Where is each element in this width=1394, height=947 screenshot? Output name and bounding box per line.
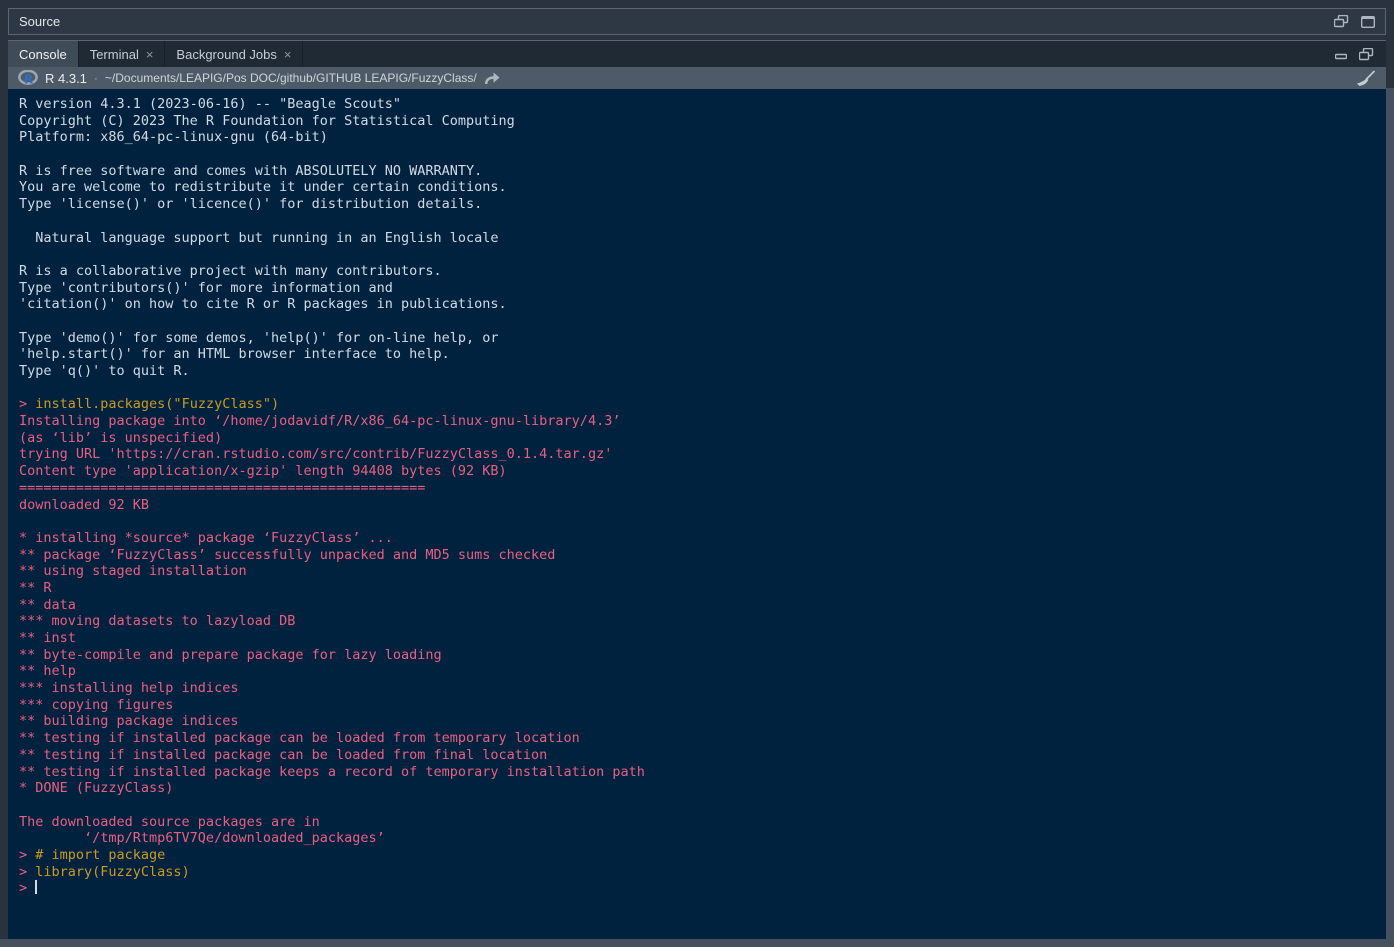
console-line: (as ‘lib’ is unspecified) <box>19 430 1386 447</box>
console-line: *** copying figures <box>19 697 1386 714</box>
console-line <box>19 313 1386 330</box>
console-line: * installing *source* package ‘FuzzyClas… <box>19 530 1386 547</box>
maximize-pane-icon[interactable] <box>1361 16 1375 28</box>
text-cursor <box>35 880 37 894</box>
restore-pane-icon[interactable] <box>1334 15 1349 28</box>
tab-terminal-label: Terminal <box>90 47 139 62</box>
working-directory-path: ~/Documents/LEAPIG/Pos DOC/github/GITHUB… <box>105 71 477 85</box>
source-pane-header: Source <box>8 8 1386 35</box>
pane-splitter-right[interactable] <box>1386 88 1394 939</box>
close-icon[interactable]: × <box>284 48 292 61</box>
console-line: downloaded 92 KB <box>19 497 1386 514</box>
console-line <box>19 146 1386 163</box>
console-line: Content type 'application/x-gzip' length… <box>19 463 1386 480</box>
console-line: Platform: x86_64-pc-linux-gnu (64-bit) <box>19 129 1386 146</box>
console-line: 'citation()' on how to cite R or R packa… <box>19 296 1386 313</box>
tab-background-jobs[interactable]: Background Jobs × <box>165 41 303 67</box>
console-line: ** byte-compile and prepare package for … <box>19 647 1386 664</box>
console-line: You are welcome to redistribute it under… <box>19 179 1386 196</box>
console-line: ** data <box>19 597 1386 614</box>
console-line: ** R <box>19 580 1386 597</box>
console-line: ** using staged installation <box>19 563 1386 580</box>
console-line: *** installing help indices <box>19 680 1386 697</box>
close-icon[interactable]: × <box>146 48 154 61</box>
source-pane-title: Source <box>19 14 60 29</box>
console-line: ** package ‘FuzzyClass’ successfully unp… <box>19 547 1386 564</box>
console-line <box>19 246 1386 263</box>
console-line: > library(FuzzyClass) <box>19 864 1386 881</box>
tab-terminal[interactable]: Terminal × <box>79 41 166 67</box>
minimize-pane-icon[interactable] <box>1335 48 1347 60</box>
console-line: > install.packages("FuzzyClass") <box>19 396 1386 413</box>
console-line: > <box>19 880 1386 897</box>
tab-console[interactable]: Console <box>8 41 79 67</box>
console-line <box>19 213 1386 230</box>
console-toolbar: R R 4.3.1 · ~/Documents/LEAPIG/Pos DOC/g… <box>8 67 1386 89</box>
console-line: * DONE (FuzzyClass) <box>19 780 1386 797</box>
restore-pane-icon[interactable] <box>1359 48 1374 61</box>
console-line <box>19 380 1386 397</box>
console-line: ** inst <box>19 630 1386 647</box>
console-line: The downloaded source packages are in <box>19 814 1386 831</box>
console-line <box>19 797 1386 814</box>
console-line: trying URL 'https://cran.rstudio.com/src… <box>19 446 1386 463</box>
console-line: ‘/tmp/Rtmp6TV7Qe/downloaded_packages’ <box>19 830 1386 847</box>
console-line: ** testing if installed package can be l… <box>19 747 1386 764</box>
console-tab-bar: Console Terminal × Background Jobs × <box>8 41 1386 67</box>
console-line: Type 'demo()' for some demos, 'help()' f… <box>19 330 1386 347</box>
console-line: ** testing if installed package can be l… <box>19 730 1386 747</box>
console-line: ========================================… <box>19 480 1386 497</box>
pane-splitter-bottom[interactable] <box>0 939 1394 947</box>
console-line: ** help <box>19 663 1386 680</box>
console-output[interactable]: R version 4.3.1 (2023-06-16) -- "Beagle … <box>8 89 1386 939</box>
console-line: R is a collaborative project with many c… <box>19 263 1386 280</box>
console-line: Type 'contributors()' for more informati… <box>19 280 1386 297</box>
console-line: Natural language support but running in … <box>19 230 1386 247</box>
clear-console-broom-icon[interactable] <box>1356 70 1376 87</box>
console-line: > # import package <box>19 847 1386 864</box>
svg-text:R: R <box>24 73 33 87</box>
console-line: *** moving datasets to lazyload DB <box>19 613 1386 630</box>
tab-background-jobs-label: Background Jobs <box>176 47 276 62</box>
r-logo-icon: R <box>18 70 38 86</box>
console-line: R is free software and comes with ABSOLU… <box>19 163 1386 180</box>
console-line <box>19 513 1386 530</box>
separator-dot: · <box>94 71 98 85</box>
console-line: Copyright (C) 2023 The R Foundation for … <box>19 113 1386 130</box>
console-line: Installing package into ‘/home/jodavidf/… <box>19 413 1386 430</box>
console-line: R version 4.3.1 (2023-06-16) -- "Beagle … <box>19 96 1386 113</box>
console-line: ** testing if installed package keeps a … <box>19 764 1386 781</box>
console-line: Type 'license()' or 'licence()' for dist… <box>19 196 1386 213</box>
console-line: 'help.start()' for an HTML browser inter… <box>19 346 1386 363</box>
console-line: ** building package indices <box>19 713 1386 730</box>
tab-console-label: Console <box>19 47 67 62</box>
console-line: Type 'q()' to quit R. <box>19 363 1386 380</box>
r-version-label: R 4.3.1 <box>45 71 87 86</box>
goto-directory-arrow-icon[interactable] <box>484 72 500 85</box>
console-pane: Console Terminal × Background Jobs × <box>8 40 1386 939</box>
